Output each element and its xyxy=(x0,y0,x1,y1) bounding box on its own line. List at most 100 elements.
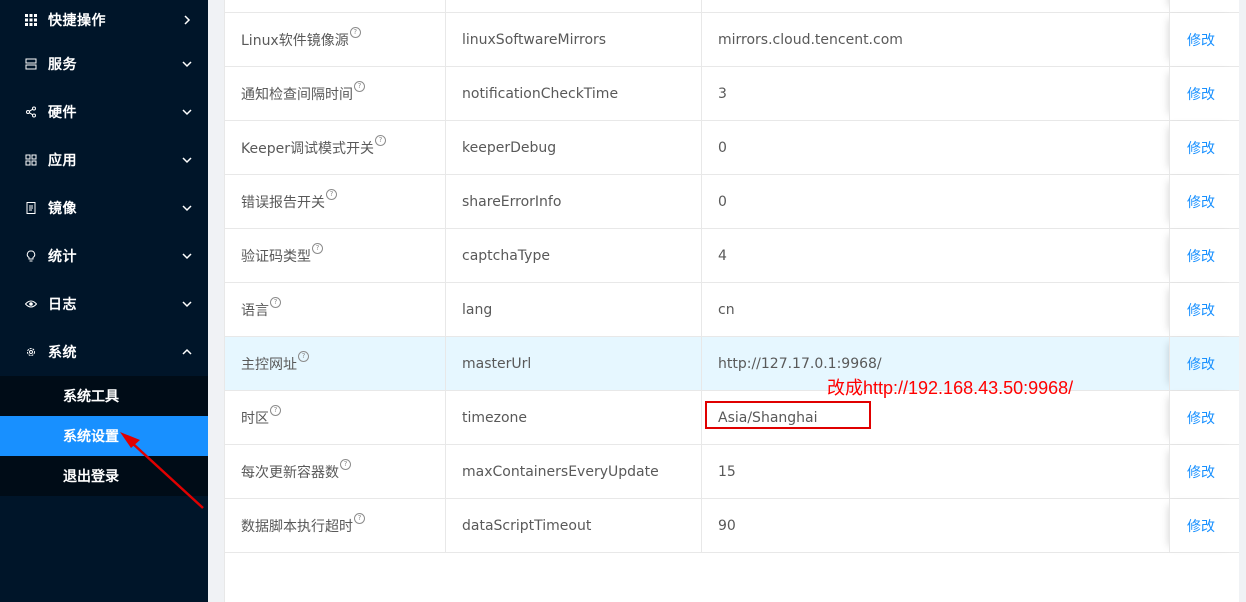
setting-key-cell: keeperDebug xyxy=(445,121,701,174)
setting-name-cell: 每次更新容器数? xyxy=(225,445,445,498)
help-icon[interactable]: ? xyxy=(312,243,323,254)
setting-value-cell: 3 xyxy=(701,67,1169,120)
edit-link-label[interactable]: 修改 xyxy=(1187,84,1215,104)
help-icon[interactable]: ? xyxy=(354,81,365,92)
annotation-text: 改成http://192.168.43.50:9968/ xyxy=(827,378,1074,398)
sidebar-item-system[interactable]: 系统 xyxy=(0,328,208,376)
sidebar-item-services[interactable]: 服务 xyxy=(0,40,208,88)
help-icon[interactable]: ? xyxy=(298,351,309,362)
edit-link-label[interactable]: 修改 xyxy=(1187,246,1215,266)
edit-link-label[interactable]: 修改 xyxy=(1187,192,1215,212)
setting-key-cell: lang xyxy=(445,283,701,336)
sidebar-item-apps[interactable]: 应用 xyxy=(0,136,208,184)
edit-link[interactable]: 修改 xyxy=(1169,499,1239,552)
setting-name: 验证码类型 xyxy=(241,248,311,265)
help-icon[interactable]: ? xyxy=(270,405,281,416)
gear-icon xyxy=(24,345,38,359)
edit-link[interactable]: 修改 xyxy=(1169,337,1239,390)
setting-name: Linux软件镜像源 xyxy=(241,32,349,49)
setting-name-cell: Docker镜像加速源? xyxy=(225,0,445,12)
setting-name-cell: 错误报告开关? xyxy=(225,175,445,228)
setting-name-cell: 验证码类型? xyxy=(225,229,445,282)
setting-value-cell: 90 xyxy=(701,499,1169,552)
setting-value: mirrors.cloud.tencent.com xyxy=(718,31,903,48)
sidebar-item-hardware[interactable]: 硬件 xyxy=(0,88,208,136)
setting-key-cell: dataScriptTimeout xyxy=(445,499,701,552)
edit-link-label[interactable]: 修改 xyxy=(1187,138,1215,158)
help-icon[interactable]: ? xyxy=(270,297,281,308)
setting-name-cell: 语言? xyxy=(225,283,445,336)
sidebar-item-quick-actions[interactable]: 快捷操作 xyxy=(0,0,208,44)
grid-icon xyxy=(24,13,38,27)
table-row: 主控网址? masterUrl http://127.17.0.1:9968/修改 xyxy=(225,337,1239,391)
edit-link[interactable]: 修改 xyxy=(1169,445,1239,498)
edit-link[interactable]: 修改 xyxy=(1169,283,1239,336)
bulb-icon xyxy=(24,249,38,263)
sidebar-item-label: 统计 xyxy=(48,249,77,265)
chevron-down-icon xyxy=(182,136,192,184)
help-icon[interactable]: ? xyxy=(326,189,337,200)
sidebar-item-images[interactable]: 镜像 xyxy=(0,184,208,232)
edit-link[interactable]: 修改 xyxy=(1169,0,1239,12)
edit-link-label[interactable]: 修改 xyxy=(1187,408,1215,428)
setting-value: 0 xyxy=(718,139,727,156)
sidebar-item-label: 服务 xyxy=(48,57,77,73)
setting-value-cell: cn xyxy=(701,283,1169,336)
setting-value-cell: 0 xyxy=(701,175,1169,228)
submenu-item-label: 系统设置 xyxy=(63,429,119,445)
setting-value: 0 xyxy=(718,193,727,210)
edit-link-label[interactable]: 修改 xyxy=(1187,30,1215,50)
setting-key-cell: maxContainersEveryUpdate xyxy=(445,445,701,498)
table-row: 验证码类型? captchaType 4 修改 xyxy=(225,229,1239,283)
setting-key: lang xyxy=(462,301,493,318)
table-row: Keeper调试模式开关? keeperDebug 0 修改 xyxy=(225,121,1239,175)
edit-link-label[interactable]: 修改 xyxy=(1187,354,1215,374)
sidebar-item-label: 日志 xyxy=(48,297,77,313)
setting-value: 15 xyxy=(718,463,736,480)
edit-link[interactable]: 修改 xyxy=(1169,67,1239,120)
setting-value: cn xyxy=(718,301,735,318)
help-icon[interactable]: ? xyxy=(354,513,365,524)
setting-name-cell: 时区? xyxy=(225,391,445,444)
setting-key: shareErrorInfo xyxy=(462,193,562,210)
setting-key: keeperDebug xyxy=(462,139,557,156)
submenu-item-label: 退出登录 xyxy=(63,469,119,485)
submenu-item-label: 系统工具 xyxy=(63,389,119,405)
setting-name: 每次更新容器数 xyxy=(241,464,339,481)
chevron-down-icon xyxy=(182,184,192,232)
sidebar-item-logs[interactable]: 日志 xyxy=(0,280,208,328)
help-icon[interactable]: ? xyxy=(374,135,386,146)
setting-name: 主控网址 xyxy=(241,356,297,373)
edit-link[interactable]: 修改 xyxy=(1169,121,1239,174)
setting-key: masterUrl xyxy=(462,355,532,372)
table-row: 数据脚本执行超时? dataScriptTimeout 90 修改 xyxy=(225,499,1239,553)
annotation-highlight-box xyxy=(705,401,871,429)
setting-key-cell: shareErrorInfo xyxy=(445,175,701,228)
submenu-item-logout[interactable]: 退出登录 xyxy=(0,456,208,496)
edit-link[interactable]: 修改 xyxy=(1169,391,1239,444)
setting-value-cell: 4 xyxy=(701,229,1169,282)
setting-name-cell: Linux软件镜像源? xyxy=(225,13,445,66)
help-icon[interactable]: ? xyxy=(340,459,351,470)
edit-link-label[interactable]: 修改 xyxy=(1187,300,1215,320)
sidebar: 快捷操作 服务 硬件 应用 镜像 统计 日志 系统 系统工具 系统设置 退出登录 xyxy=(0,0,208,602)
edit-link[interactable]: 修改 xyxy=(1169,229,1239,282)
setting-name-cell: 数据脚本执行超时? xyxy=(225,499,445,552)
edit-link[interactable]: 修改 xyxy=(1169,175,1239,228)
setting-key-cell: masterUrl xyxy=(445,337,701,390)
chevron-up-icon xyxy=(182,328,192,376)
submenu-item-system-settings[interactable]: 系统设置 xyxy=(0,416,208,456)
setting-name: 数据脚本执行超时 xyxy=(241,518,353,535)
chevron-down-icon xyxy=(182,280,192,328)
sidebar-item-label: 系统 xyxy=(48,345,77,361)
setting-value: http://127.17.0.1:9968/ xyxy=(718,355,882,372)
setting-key-cell: linuxSoftwareMirrors xyxy=(445,13,701,66)
setting-name-cell: 通知检查间隔时间? xyxy=(225,67,445,120)
edit-link-label[interactable]: 修改 xyxy=(1187,516,1215,536)
submenu-item-system-tools[interactable]: 系统工具 xyxy=(0,376,208,416)
setting-name: 错误报告开关 xyxy=(241,194,325,211)
sidebar-item-stats[interactable]: 统计 xyxy=(0,232,208,280)
edit-link-label[interactable]: 修改 xyxy=(1187,462,1215,482)
help-icon[interactable]: ? xyxy=(349,27,361,38)
edit-link[interactable]: 修改 xyxy=(1169,13,1239,66)
